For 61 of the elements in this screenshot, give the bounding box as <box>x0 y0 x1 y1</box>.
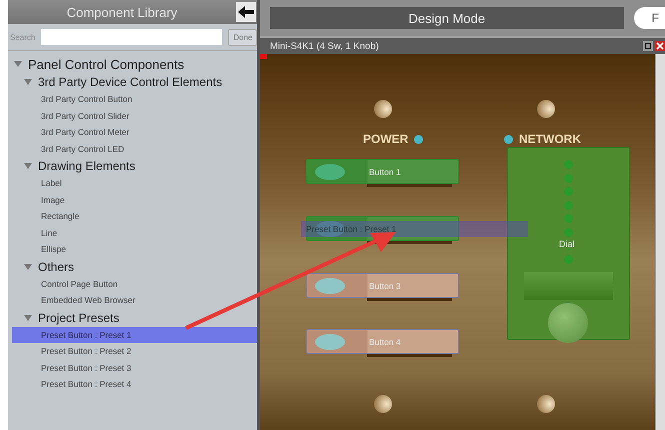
tree-item[interactable]: Preset Button : Preset 4 <box>12 376 257 392</box>
tree-item[interactable]: 3rd Party Control Button <box>12 91 257 108</box>
tree-item[interactable]: Preset Button : Preset 3 <box>12 360 257 376</box>
led-dot <box>564 200 573 210</box>
led-dot <box>564 254 573 264</box>
library-title: Component Library <box>66 4 178 20</box>
expand-triangle-icon[interactable] <box>14 60 22 68</box>
tree-item[interactable]: Label <box>12 175 257 192</box>
switch-button[interactable] <box>306 216 459 241</box>
done-button[interactable]: Done <box>228 28 258 46</box>
switch-button[interactable]: Button 1 <box>306 159 459 184</box>
led-dot <box>564 214 573 223</box>
tree-item[interactable]: Line <box>12 224 257 241</box>
panel-label: NETWORK <box>519 132 581 146</box>
resize-handle[interactable] <box>260 54 267 59</box>
panel-title: Mini-S4K1 (4 Sw, 1 Knob) <box>270 40 380 52</box>
led-dot <box>564 174 573 182</box>
mode-tab[interactable]: F <box>634 7 665 29</box>
expand-triangle-icon[interactable] <box>24 314 32 322</box>
expand-triangle-icon[interactable] <box>24 262 32 270</box>
tree-category[interactable]: Project Presets <box>38 310 120 324</box>
knob <box>374 100 392 118</box>
search-label: Search <box>10 32 36 42</box>
indicator-dot <box>504 134 513 144</box>
panel-label: POWER <box>363 132 408 146</box>
knob <box>537 100 555 118</box>
tree-category[interactable]: Drawing Elements <box>38 159 136 173</box>
indicator-dot <box>414 134 424 144</box>
dial-knob <box>548 303 588 343</box>
tree-item[interactable]: Preset Button : Preset 1 <box>12 326 257 343</box>
mode-title-bar: Design Mode <box>270 7 624 29</box>
tree-item[interactable]: Rectangle <box>12 208 257 224</box>
scrollbar[interactable] <box>655 54 665 430</box>
dial-label: Dial <box>558 239 576 249</box>
tree-item[interactable]: 3rd Party Control LED <box>12 140 257 157</box>
led-dot <box>564 187 573 196</box>
expand-triangle-icon[interactable] <box>24 78 32 86</box>
tree-category[interactable]: 3rd Party Device Control Elements <box>38 75 222 89</box>
back-button[interactable] <box>236 2 256 22</box>
tree-item[interactable]: 3rd Party Control Slider <box>12 108 257 124</box>
close-icon[interactable] <box>655 41 665 51</box>
tree-category[interactable]: Others <box>38 260 74 274</box>
search-field[interactable] <box>41 29 222 45</box>
expand-triangle-icon[interactable] <box>24 162 32 170</box>
tree-item[interactable]: Preset Button : Preset 2 <box>12 343 257 360</box>
drag-preview: Preset Button : Preset 1 <box>301 221 528 237</box>
tree-item[interactable]: Embedded Web Browser <box>12 292 257 308</box>
knob <box>537 395 555 413</box>
tree-item[interactable]: Control Page Button <box>12 276 257 292</box>
tree-item[interactable]: Image <box>12 192 257 208</box>
maximize-icon[interactable] <box>643 41 653 51</box>
tree-category[interactable]: Panel Control Components <box>28 56 184 72</box>
led-oval-icon <box>315 164 345 180</box>
led-oval-icon <box>315 278 345 294</box>
knob <box>374 395 392 413</box>
tree-item[interactable]: Ellispe <box>12 241 257 258</box>
led-dot <box>564 160 573 169</box>
led-oval-icon <box>315 334 345 350</box>
dial-panel[interactable]: Dial <box>507 147 630 340</box>
led-dot <box>564 228 573 236</box>
tree-item[interactable]: 3rd Party Control Meter <box>12 124 257 140</box>
